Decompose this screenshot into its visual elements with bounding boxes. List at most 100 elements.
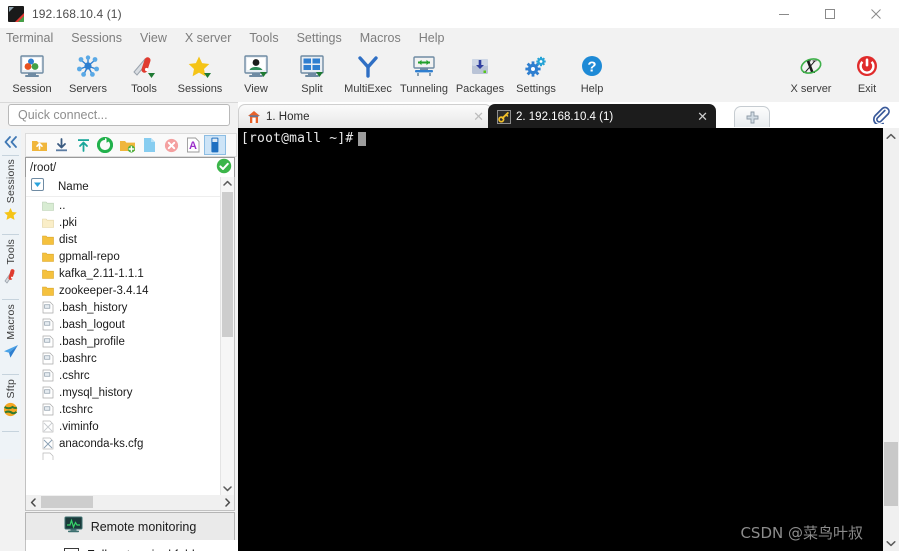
list-item[interactable]: kafka_2.11-1.1.1 <box>26 265 234 282</box>
folder-hidden-icon <box>39 217 56 229</box>
file-list-header[interactable]: Name <box>26 177 234 197</box>
toolbar-button-help[interactable]: ? Help <box>564 51 620 95</box>
close-button[interactable] <box>853 0 899 28</box>
file-browser-toolbar: A <box>25 133 237 157</box>
chevron-down-icon[interactable] <box>221 482 234 495</box>
toolbar-button-servers[interactable]: Servers <box>60 51 116 95</box>
file-list-scroll-thumb[interactable] <box>222 192 233 337</box>
chevron-right-icon[interactable] <box>220 498 234 507</box>
file-icon <box>39 369 56 382</box>
delete-icon[interactable] <box>160 135 182 155</box>
list-item[interactable]: .bash_profile <box>26 333 234 350</box>
rail-section-macros[interactable]: Macros <box>0 304 21 360</box>
toolbar-label-servers: Servers <box>69 83 107 95</box>
rail-section-sftp[interactable]: Sftp <box>0 379 21 418</box>
menu-settings[interactable]: Settings <box>288 28 351 48</box>
list-item[interactable]: .bash_logout <box>26 316 234 333</box>
tab-home[interactable]: 1. Home ✕ <box>238 104 492 129</box>
svg-text:?: ? <box>587 59 596 76</box>
list-item-label: kafka_2.11-1.1.1 <box>59 267 144 280</box>
file-icon <box>39 318 56 331</box>
toolbar-button-session[interactable]: Session <box>4 51 60 95</box>
file-list-h-scroll-thumb[interactable] <box>41 496 93 508</box>
toolbar-button-tunneling[interactable]: Tunneling <box>396 51 452 95</box>
tab-home-close-icon[interactable]: ✕ <box>473 109 484 125</box>
chevron-up-icon[interactable] <box>221 177 234 190</box>
toolbar-button-sessions[interactable]: Sessions <box>172 51 228 95</box>
chevron-down-icon[interactable] <box>883 535 899 551</box>
toolbar-button-packages[interactable]: Packages <box>452 51 508 95</box>
rail-section-tools[interactable]: Tools <box>0 239 21 285</box>
folder-icon <box>39 268 56 280</box>
new-folder-icon[interactable] <box>116 135 138 155</box>
tab-strip: 1. Home ✕ 2. 192.168.10.4 (1) ✕ <box>238 102 899 129</box>
list-item[interactable]: .mysql_history <box>26 384 234 401</box>
list-item[interactable]: gpmall-repo <box>26 248 234 265</box>
quick-connect-input[interactable]: Quick connect... <box>8 104 230 126</box>
tab-ssh-session[interactable]: 2. 192.168.10.4 (1) ✕ <box>488 104 716 129</box>
toolbar-button-settings[interactable]: Settings <box>508 51 564 95</box>
menu-x-server[interactable]: X server <box>176 28 241 48</box>
toolbar-button-view[interactable]: View <box>228 51 284 95</box>
menu-view[interactable]: View <box>131 28 176 48</box>
upload-icon[interactable] <box>72 135 94 155</box>
list-item[interactable]: anaconda-ks.cfg <box>26 435 234 452</box>
tab-ssh-session-close-icon[interactable]: ✕ <box>697 109 708 125</box>
paper-plane-icon <box>3 343 19 360</box>
follow-terminal-folder-checkbox[interactable] <box>64 547 79 551</box>
list-item-label: .viminfo <box>59 420 99 433</box>
new-file-icon[interactable] <box>138 135 160 155</box>
toolbar-right-group: X X server Exit <box>783 51 895 95</box>
file-icon <box>39 452 56 460</box>
list-item[interactable]: .viminfo <box>26 418 234 435</box>
exit-power-icon <box>854 53 880 81</box>
help-icon: ? <box>579 53 605 81</box>
attach-button[interactable] <box>871 104 891 126</box>
chevron-up-icon[interactable] <box>883 128 899 144</box>
file-path-input[interactable]: /root/ <box>25 157 235 179</box>
follow-terminal-icon[interactable] <box>204 135 226 155</box>
refresh-icon[interactable] <box>94 135 116 155</box>
svg-text:A: A <box>189 140 197 152</box>
list-item[interactable]: dist <box>26 231 234 248</box>
menu-help[interactable]: Help <box>410 28 454 48</box>
list-item[interactable]: .pki <box>26 214 234 231</box>
toolbar-button-exit[interactable]: Exit <box>839 51 895 95</box>
follow-terminal-folder-row[interactable]: Follow terminal folder <box>25 540 273 551</box>
list-item[interactable]: zookeeper-3.4.14 <box>26 282 234 299</box>
toolbar-button-multiexec[interactable]: MultiExec <box>340 51 396 95</box>
list-item[interactable]: .bash_history <box>26 299 234 316</box>
list-item[interactable]: .. <box>26 197 234 214</box>
terminal-scrollbar[interactable] <box>883 128 899 551</box>
list-item-label: zookeeper-3.4.14 <box>59 284 149 297</box>
menu-sessions[interactable]: Sessions <box>62 28 131 48</box>
double-chevron-left-icon[interactable] <box>0 129 21 155</box>
list-item[interactable]: .bashrc <box>26 350 234 367</box>
file-list-horizontal-scrollbar[interactable] <box>25 495 235 511</box>
list-item[interactable]: .cshrc <box>26 367 234 384</box>
terminal-output[interactable]: [root@mall ~]# CSDN @菜鸟叶叔 <box>238 128 883 551</box>
menu-macros[interactable]: Macros <box>351 28 410 48</box>
remote-monitoring-button[interactable]: Remote monitoring <box>25 512 235 542</box>
toolbar-label-split: Split <box>301 83 323 95</box>
download-icon[interactable] <box>50 135 72 155</box>
new-tab-button[interactable] <box>734 106 770 127</box>
file-list-scrollbar[interactable] <box>220 177 234 495</box>
maximize-button[interactable] <box>807 0 853 28</box>
menu-terminal[interactable]: Terminal <box>0 28 62 48</box>
toolbar-button-tools[interactable]: Tools <box>116 51 172 95</box>
list-item[interactable] <box>26 452 234 460</box>
rail-section-sessions[interactable]: Sessions <box>0 159 21 223</box>
text-editor-icon[interactable]: A <box>182 135 204 155</box>
minimize-button[interactable] <box>761 0 807 28</box>
parent-folder-icon[interactable] <box>28 135 50 155</box>
chevron-left-icon[interactable] <box>26 498 40 507</box>
menu-tools[interactable]: Tools <box>240 28 287 48</box>
terminal-scroll-thumb[interactable] <box>884 442 898 506</box>
xserver-icon: X <box>798 53 824 81</box>
toolbar-button-split[interactable]: Split <box>284 51 340 95</box>
toolbar-button-x-server[interactable]: X X server <box>783 51 839 95</box>
terminal-prompt: [root@mall ~]# <box>241 131 354 146</box>
list-item[interactable]: .tcshrc <box>26 401 234 418</box>
toolbar-label-tunneling: Tunneling <box>400 83 448 95</box>
